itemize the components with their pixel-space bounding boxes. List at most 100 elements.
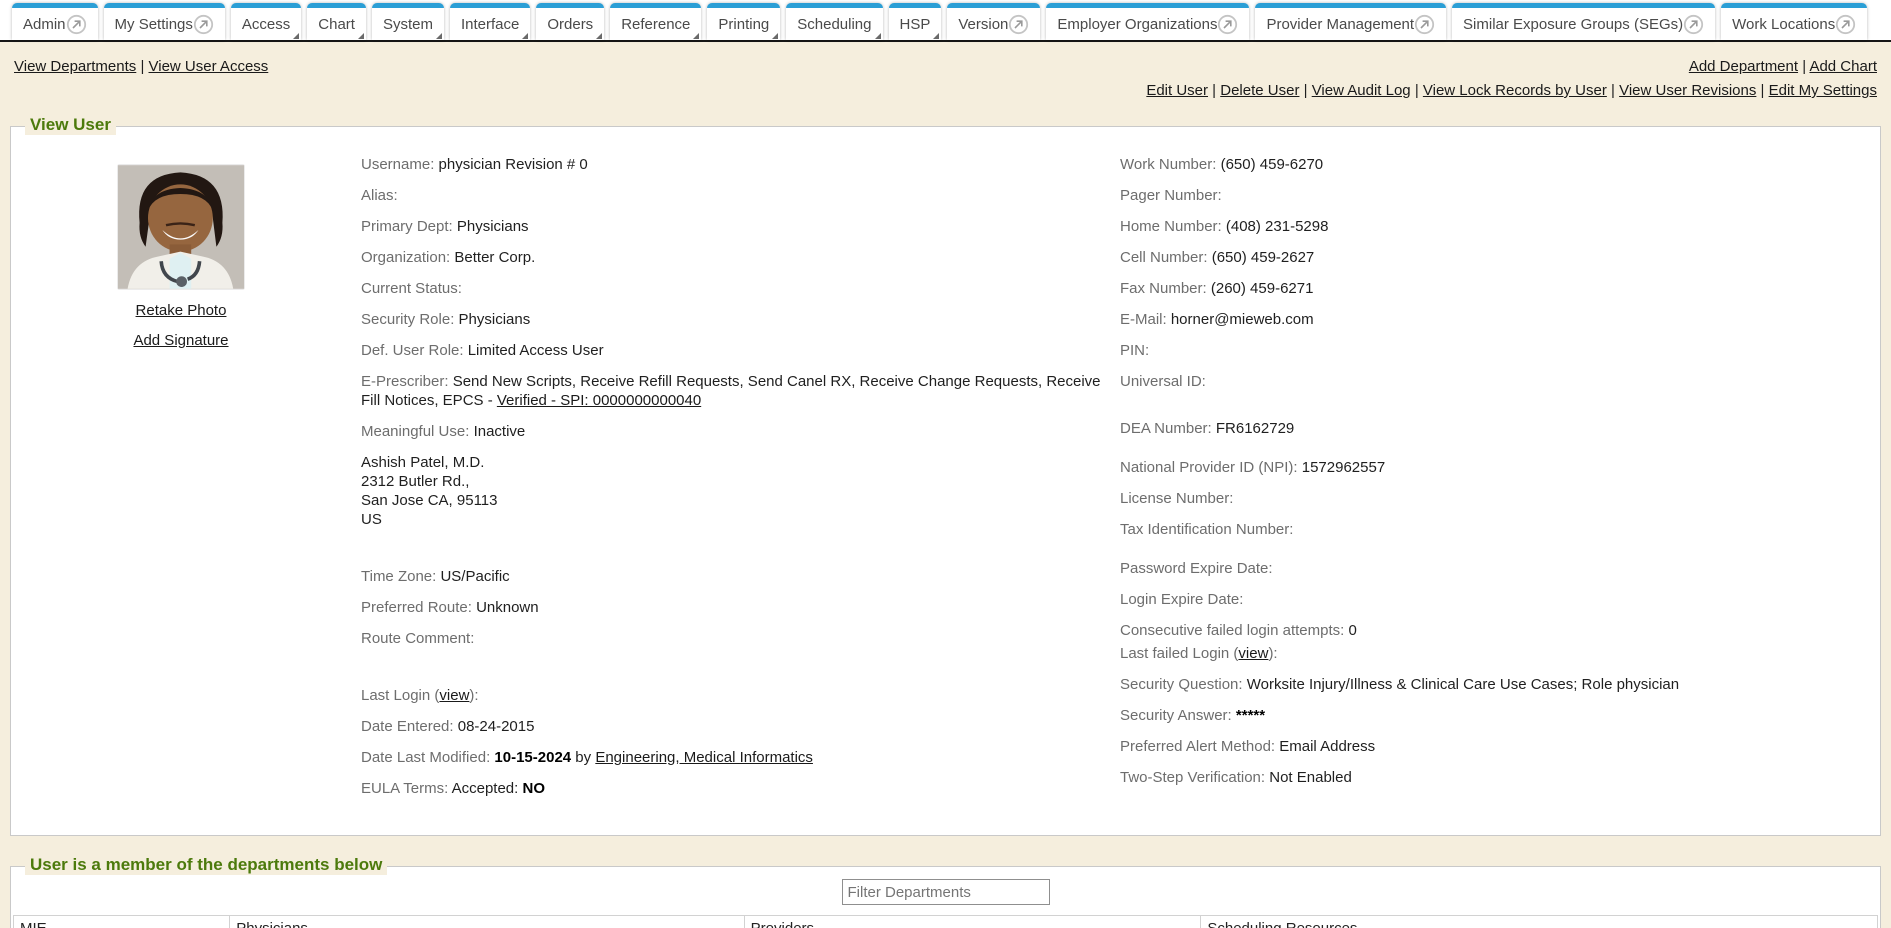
field-row: Preferred Route: Unknown bbox=[361, 598, 1106, 617]
link-view-departments[interactable]: View Departments bbox=[14, 58, 136, 75]
field-row: PIN: bbox=[1120, 341, 1860, 360]
field-value: Not Enabled bbox=[1269, 769, 1352, 786]
department-cell: Physicians bbox=[230, 916, 744, 928]
tab-reference[interactable]: Reference bbox=[610, 3, 701, 40]
retake-photo-link[interactable]: Retake Photo bbox=[136, 302, 227, 319]
field-label: Preferred Alert Method: bbox=[1120, 738, 1279, 755]
field-label: Universal ID: bbox=[1120, 373, 1206, 390]
external-link-icon[interactable] bbox=[1683, 14, 1704, 35]
tab-printing[interactable]: Printing bbox=[707, 3, 780, 40]
tab-label: HSP bbox=[900, 16, 931, 33]
tab-version[interactable]: Version bbox=[947, 3, 1040, 40]
add-signature-link[interactable]: Add Signature bbox=[133, 332, 228, 349]
link-delete-user[interactable]: Delete User bbox=[1220, 82, 1299, 99]
field-row: Meaningful Use: Inactive bbox=[361, 422, 1106, 441]
tab-hsp[interactable]: HSP bbox=[889, 3, 942, 40]
field-label: Security Role: bbox=[361, 311, 459, 328]
field-row: National Provider ID (NPI): 1572962557 bbox=[1120, 458, 1860, 477]
field-row: Username: physician Revision # 0 bbox=[361, 155, 1106, 174]
field-label: Password Expire Date: bbox=[1120, 560, 1273, 577]
field-label: Security Question: bbox=[1120, 676, 1247, 693]
tab-orders[interactable]: Orders bbox=[536, 3, 604, 40]
separator: | bbox=[1607, 82, 1619, 99]
tab-interface[interactable]: Interface bbox=[450, 3, 530, 40]
tab-label: Work Locations bbox=[1732, 16, 1835, 33]
tab-similar-exposure-groups-segs[interactable]: Similar Exposure Groups (SEGs) bbox=[1452, 3, 1715, 40]
field-label: Login Expire Date: bbox=[1120, 591, 1243, 608]
tab-label: Orders bbox=[547, 16, 593, 33]
field-label: Username: bbox=[361, 156, 439, 173]
external-link-icon[interactable] bbox=[1835, 14, 1856, 35]
field-row: Consecutive failed login attempts: 0 bbox=[1120, 621, 1860, 640]
dropdown-corner-icon bbox=[933, 33, 939, 39]
tab-chart[interactable]: Chart bbox=[307, 3, 366, 40]
field-value: by bbox=[571, 749, 595, 766]
field-row: EULA Terms: Accepted: NO bbox=[361, 779, 1106, 798]
field-row: DEA Number: FR6162729 bbox=[1120, 419, 1860, 438]
dropdown-corner-icon bbox=[358, 33, 364, 39]
tab-label: Employer Organizations bbox=[1057, 16, 1217, 33]
external-link-icon[interactable] bbox=[66, 14, 87, 35]
dropdown-corner-icon bbox=[875, 33, 881, 39]
field-label: Time Zone: bbox=[361, 568, 440, 585]
tab-label: Access bbox=[242, 16, 290, 33]
filter-departments-input[interactable] bbox=[842, 879, 1050, 905]
external-link-icon[interactable] bbox=[1008, 14, 1029, 35]
address-line: Ashish Patel, M.D. bbox=[361, 453, 1106, 472]
field-bold: ***** bbox=[1236, 707, 1265, 724]
field-label: Current Status: bbox=[361, 280, 462, 297]
dropdown-corner-icon bbox=[293, 33, 299, 39]
field-row: Work Number: (650) 459-6270 bbox=[1120, 155, 1860, 174]
external-link-icon[interactable] bbox=[1414, 14, 1435, 35]
address-block: Ashish Patel, M.D.2312 Butler Rd.,San Jo… bbox=[361, 453, 1106, 529]
field-row: Password Expire Date: bbox=[1120, 559, 1860, 578]
field-row: License Number: bbox=[1120, 489, 1860, 508]
field-link[interactable]: Verified - SPI: 0000000000040 bbox=[497, 392, 701, 409]
separator: | bbox=[1798, 58, 1809, 75]
department-row: MIE Physicians Providers Scheduling Reso… bbox=[14, 916, 1878, 928]
field-label: ): bbox=[469, 687, 478, 704]
user-fields-right: Work Number: (650) 459-6270Pager Number:… bbox=[1120, 153, 1860, 835]
field-label: DEA Number: bbox=[1120, 420, 1216, 437]
tab-employer-organizations[interactable]: Employer Organizations bbox=[1046, 3, 1249, 40]
field-value: Inactive bbox=[474, 423, 526, 440]
field-row: E-Prescriber: Send New Scripts, Receive … bbox=[361, 372, 1106, 410]
link-view-user-access[interactable]: View User Access bbox=[149, 58, 269, 75]
page: AdminMy Settings Access ChartSystem Interfa… bbox=[0, 0, 1891, 928]
tab-label: Provider Management bbox=[1266, 16, 1414, 33]
external-link-icon[interactable] bbox=[193, 14, 214, 35]
external-link-icon[interactable] bbox=[1217, 14, 1238, 35]
link-edit-my-settings[interactable]: Edit My Settings bbox=[1769, 82, 1877, 99]
field-link[interactable]: Engineering, Medical Informatics bbox=[595, 749, 813, 766]
field-value: Physicians bbox=[457, 218, 529, 235]
field-label: Last failed Login ( bbox=[1120, 645, 1238, 662]
dropdown-corner-icon bbox=[522, 33, 528, 39]
field-link[interactable]: view bbox=[439, 687, 469, 704]
link-view-user-revisions[interactable]: View User Revisions bbox=[1619, 82, 1756, 99]
tab-access[interactable]: Access bbox=[231, 3, 301, 40]
tab-admin[interactable]: Admin bbox=[12, 3, 98, 40]
field-value: horner@mieweb.com bbox=[1171, 311, 1314, 328]
link-view-audit-log[interactable]: View Audit Log bbox=[1312, 82, 1411, 99]
link-add-department[interactable]: Add Department bbox=[1689, 58, 1798, 75]
tab-label: Interface bbox=[461, 16, 519, 33]
field-label: Consecutive failed login attempts: bbox=[1120, 622, 1348, 639]
field-row: Current Status: bbox=[361, 279, 1106, 298]
link-edit-user[interactable]: Edit User bbox=[1146, 82, 1208, 99]
tab-provider-management[interactable]: Provider Management bbox=[1255, 3, 1446, 40]
left-links: View Departments | View User Access bbox=[14, 58, 268, 75]
field-label: Tax Identification Number: bbox=[1120, 521, 1293, 538]
field-value: Worksite Injury/Illness & Clinical Care … bbox=[1247, 676, 1679, 693]
tab-my-settings[interactable]: My Settings bbox=[104, 3, 225, 40]
tab-system[interactable]: System bbox=[372, 3, 444, 40]
field-value: (650) 459-6270 bbox=[1221, 156, 1324, 173]
field-link[interactable]: view bbox=[1238, 645, 1268, 662]
user-photo bbox=[118, 165, 244, 289]
link-view-lock-records-by-user[interactable]: View Lock Records by User bbox=[1423, 82, 1607, 99]
tab-work-locations[interactable]: Work Locations bbox=[1721, 3, 1867, 40]
spacer bbox=[1120, 450, 1860, 458]
field-value: US/Pacific bbox=[440, 568, 509, 585]
field-value: FR6162729 bbox=[1216, 420, 1294, 437]
tab-scheduling[interactable]: Scheduling bbox=[786, 3, 882, 40]
link-add-chart[interactable]: Add Chart bbox=[1809, 58, 1877, 75]
